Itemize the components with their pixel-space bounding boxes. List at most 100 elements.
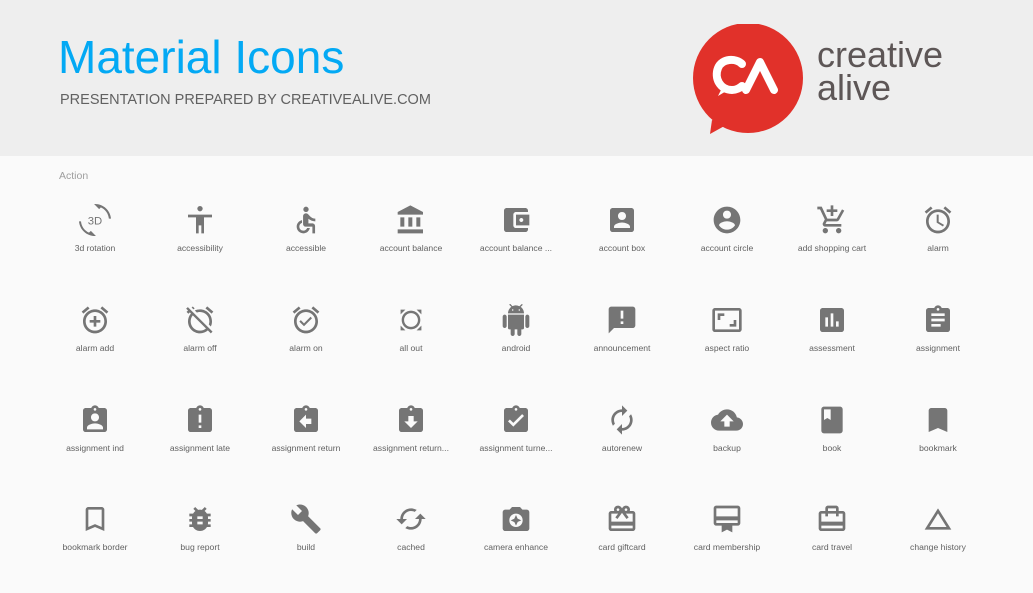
alarm-off-icon — [184, 304, 216, 336]
bookmark-icon — [922, 404, 954, 436]
icon-tile-alarm-off[interactable]: alarm off — [148, 304, 252, 394]
icon-tile-backup[interactable]: backup — [675, 404, 779, 494]
icon-tile-alarm[interactable]: alarm — [886, 204, 990, 294]
icon-label: all out — [399, 343, 423, 353]
icon-tile-account-balance[interactable]: account balance — [359, 204, 463, 294]
assignment-ind-icon — [79, 404, 111, 436]
card-membership-icon — [711, 503, 743, 535]
icon-tile-announcement[interactable]: announcement — [570, 304, 674, 394]
icon-tile-build[interactable]: build — [254, 503, 358, 593]
icon-tile-card-travel[interactable]: card travel — [780, 503, 884, 593]
assignment-icon — [922, 304, 954, 336]
account-balance-icon — [395, 204, 427, 236]
alarm-on-icon — [290, 304, 322, 336]
bookmark-border-icon — [79, 503, 111, 535]
add-shopping-cart-icon — [816, 204, 848, 236]
account-balance-wallet-icon — [500, 204, 532, 236]
icon-tile-bug-report[interactable]: bug report — [148, 503, 252, 593]
icon-tile-alarm-add[interactable]: alarm add — [43, 304, 147, 394]
alarm-icon — [922, 204, 954, 236]
icon-label: alarm on — [289, 343, 323, 353]
icon-label: change history — [910, 542, 966, 552]
book-icon — [816, 404, 848, 436]
icon-tile-3d-rotation[interactable]: 3D 3d rotation — [43, 204, 147, 294]
icon-tile-android[interactable]: android — [464, 304, 568, 394]
creativealive-logo[interactable]: creative alive — [692, 24, 962, 136]
icon-tile-assignment-return[interactable]: assignment return — [254, 404, 358, 494]
camera-enhance-icon — [500, 503, 532, 535]
3d-rotation-icon: 3D — [79, 204, 111, 236]
icon-tile-card-giftcard[interactable]: card giftcard — [570, 503, 674, 593]
aspect-ratio-icon — [711, 304, 743, 336]
icon-label: account circle — [700, 243, 754, 253]
icon-tile-accessible[interactable]: accessible — [254, 204, 358, 294]
icon-tile-assignment-returned[interactable]: assignment return... — [359, 404, 463, 494]
icon-label: accessibility — [177, 243, 223, 253]
icon-label: 3d rotation — [74, 243, 116, 253]
icon-tile-bookmark-border[interactable]: bookmark border — [43, 503, 147, 593]
icon-label: account box — [598, 243, 646, 253]
icon-label: backup — [713, 443, 741, 453]
icon-label: account balance — [379, 243, 443, 253]
page-subtitle: PRESENTATION PREPARED BY CREATIVEALIVE.C… — [60, 92, 431, 108]
assignment-turned-in-icon — [500, 404, 532, 436]
icon-label: build — [296, 542, 316, 552]
icon-tile-cached[interactable]: cached — [359, 503, 463, 593]
icon-tile-assignment-turned-in[interactable]: assignment turne... — [464, 404, 568, 494]
card-travel-icon — [816, 503, 848, 535]
icon-tile-all-out[interactable]: all out — [359, 304, 463, 394]
accessibility-icon — [184, 204, 216, 236]
icon-tile-account-circle[interactable]: account circle — [675, 204, 779, 294]
assignment-return-icon — [290, 404, 322, 436]
svg-text:3D: 3D — [88, 216, 102, 228]
icon-tile-account-box[interactable]: account box — [570, 204, 674, 294]
icon-label: android — [501, 343, 531, 353]
icon-tile-assignment-late[interactable]: assignment late — [148, 404, 252, 494]
build-icon — [290, 503, 322, 535]
icon-label: cached — [397, 542, 425, 552]
android-icon — [500, 304, 532, 336]
icon-label: account balance ... — [479, 243, 553, 253]
assessment-icon — [816, 304, 848, 336]
icon-tile-add-shopping-cart[interactable]: add shopping cart — [780, 204, 884, 294]
alarm-add-icon — [79, 304, 111, 336]
icon-tile-autorenew[interactable]: autorenew — [570, 404, 674, 494]
icon-tile-assessment[interactable]: assessment — [780, 304, 884, 394]
icon-label: card travel — [811, 542, 853, 552]
icon-tile-assignment-ind[interactable]: assignment ind — [43, 404, 147, 494]
icon-label: assignment — [916, 343, 960, 353]
icon-label: bug report — [180, 542, 220, 552]
card-giftcard-icon — [606, 503, 638, 535]
icon-label: alarm — [927, 243, 949, 253]
icon-tile-change-history[interactable]: change history — [886, 503, 990, 593]
logo-line-2: alive — [817, 67, 892, 108]
icon-tile-accessibility[interactable]: accessibility — [148, 204, 252, 294]
icon-tile-alarm-on[interactable]: alarm on — [254, 304, 358, 394]
icon-tile-aspect-ratio[interactable]: aspect ratio — [675, 304, 779, 394]
icon-label: bookmark — [919, 443, 957, 453]
icon-tile-bookmark[interactable]: bookmark — [886, 404, 990, 494]
bug-report-icon — [184, 503, 216, 535]
icon-tile-card-membership[interactable]: card membership — [675, 503, 779, 593]
icon-tile-assignment[interactable]: assignment — [886, 304, 990, 394]
icon-label: assignment ind — [66, 443, 124, 453]
logo-bubble-icon — [693, 24, 803, 134]
logo-wordmark: creative alive — [817, 37, 943, 108]
icon-tile-camera-enhance[interactable]: camera enhance — [464, 503, 568, 593]
assignment-returned-icon — [395, 404, 427, 436]
cached-icon — [395, 503, 427, 535]
announcement-icon — [606, 304, 638, 336]
page-title: Material Icons — [58, 31, 345, 83]
icon-label: book — [822, 443, 842, 453]
icon-label: assignment late — [169, 443, 231, 453]
icon-tile-book[interactable]: book — [780, 404, 884, 494]
account-box-icon — [606, 204, 638, 236]
icon-label: assignment return — [271, 443, 341, 453]
icon-label: card membership — [693, 542, 761, 552]
icon-label: accessible — [285, 243, 327, 253]
autorenew-icon — [606, 404, 638, 436]
header: Material Icons PRESENTATION PREPARED BY … — [0, 0, 1033, 156]
icon-tile-account-balance-wallet[interactable]: account balance ... — [464, 204, 568, 294]
icon-label: announcement — [593, 343, 651, 353]
assignment-late-icon — [184, 404, 216, 436]
